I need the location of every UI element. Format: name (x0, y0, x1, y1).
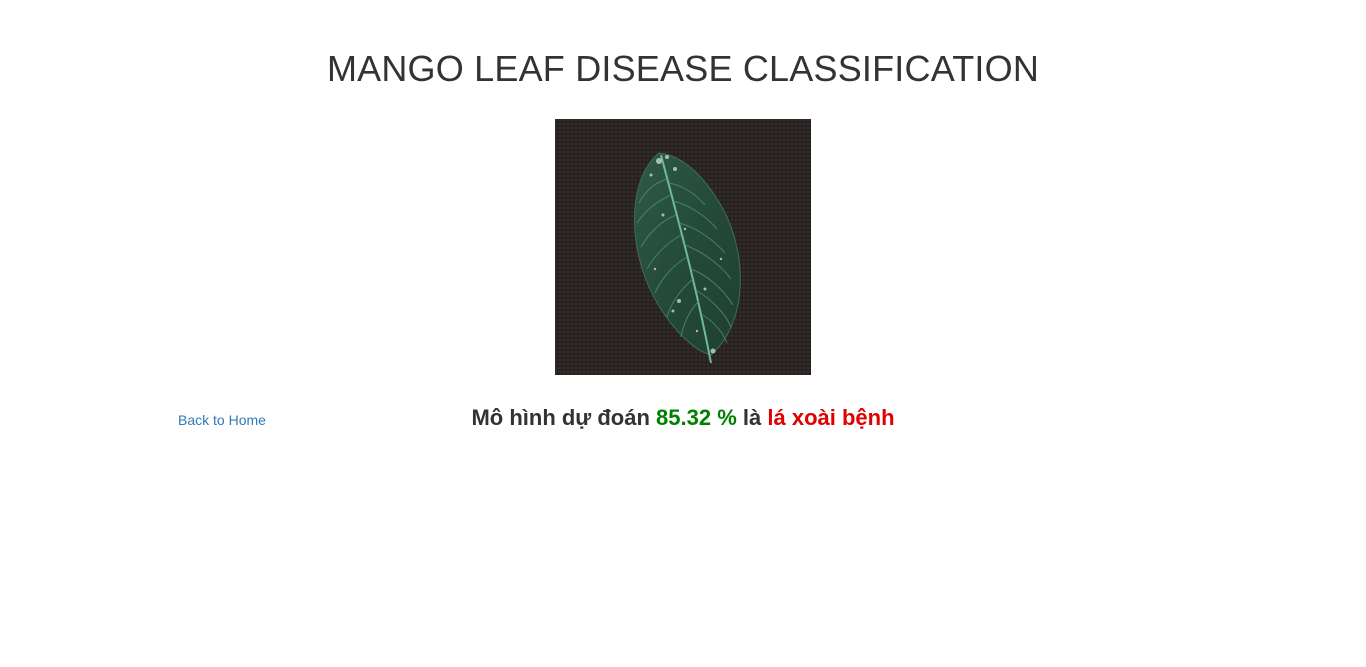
prediction-result: Mô hình dự đoán 85.32 % là lá xoài bệnh (0, 402, 1366, 434)
page: MANGO LEAF DISEASE CLASSIFICATION Back t… (0, 0, 1366, 667)
leaf-image (555, 119, 811, 375)
page-title: MANGO LEAF DISEASE CLASSIFICATION (326, 48, 1040, 89)
confidence-percentage: 85.32 % (656, 405, 737, 430)
result-connector: là (742, 405, 762, 430)
result-prefix: Mô hình dự đoán (471, 405, 650, 430)
prediction-label: lá xoài bệnh (767, 405, 895, 430)
